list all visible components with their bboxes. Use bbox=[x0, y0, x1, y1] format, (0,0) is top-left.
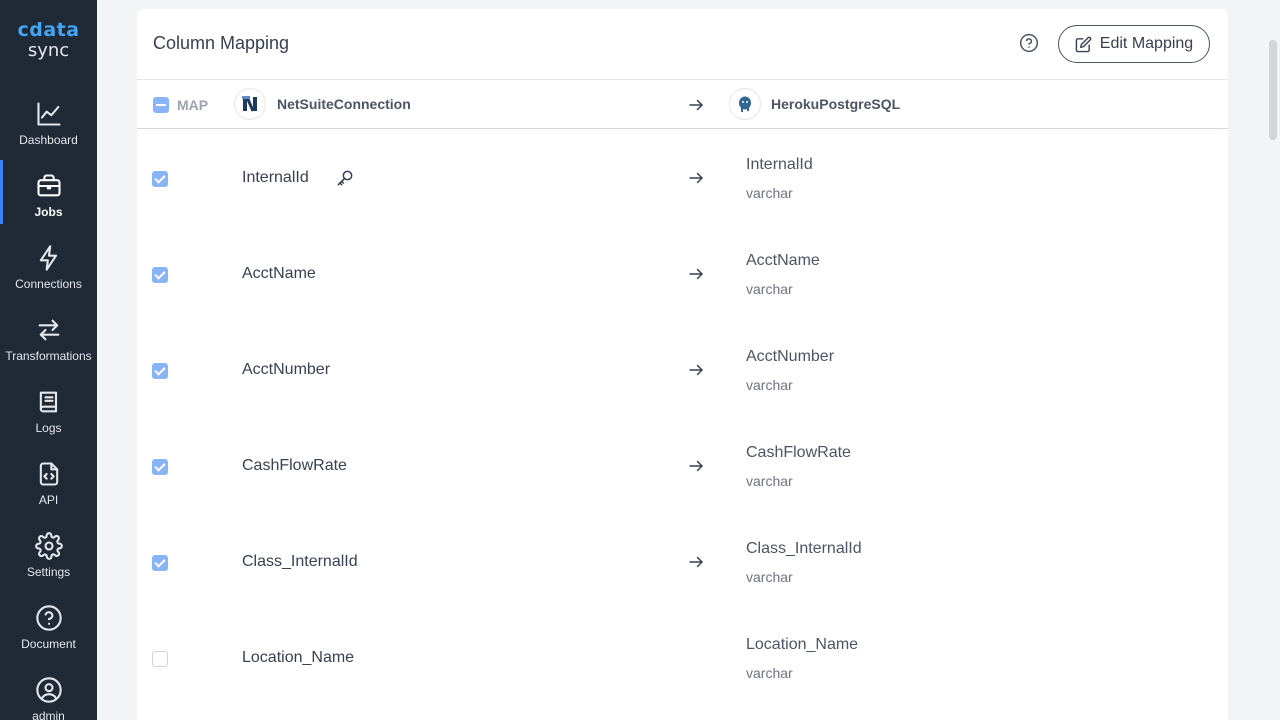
row-checkbox[interactable] bbox=[152, 363, 168, 379]
destination-connection-name: HerokuPostgreSQL bbox=[771, 96, 901, 112]
source-column-name: AcctName bbox=[242, 265, 316, 282]
sidebar-item-connections[interactable]: Connections bbox=[0, 238, 97, 302]
sidebar-item-logs[interactable]: Logs bbox=[0, 382, 97, 446]
scrollbar-thumb[interactable] bbox=[1269, 40, 1277, 140]
map-column-label: MAP bbox=[177, 97, 209, 113]
code-file-icon bbox=[39, 462, 59, 486]
arrow-right-icon bbox=[689, 99, 703, 111]
chart-line-icon bbox=[37, 102, 61, 126]
sidebar-item-label: admin bbox=[32, 709, 65, 720]
source-column-name: CashFlowRate bbox=[242, 457, 347, 474]
mapping-row-class-internalid: Class_InternalId Class_InternalId varcha… bbox=[137, 514, 1228, 610]
sidebar-item-label: Connections bbox=[15, 277, 82, 291]
source-column-name: AcctNumber bbox=[242, 361, 331, 378]
row-checkbox[interactable] bbox=[152, 267, 168, 283]
briefcase-icon bbox=[37, 174, 61, 197]
arrow-right-icon bbox=[689, 460, 703, 472]
question-circle-icon bbox=[36, 605, 62, 631]
row-checkbox[interactable] bbox=[152, 459, 168, 475]
mapping-row-location-name: Location_Name Location_Name varchar bbox=[137, 610, 1228, 706]
row-checkbox[interactable] bbox=[152, 171, 168, 187]
gear-icon bbox=[35, 532, 63, 560]
page-title: Column Mapping bbox=[153, 33, 290, 53]
source-column-name: Location_Name bbox=[242, 649, 355, 666]
destination-column-name: AcctNumber bbox=[746, 348, 835, 365]
sidebar-item-transformations[interactable]: Transformations bbox=[0, 310, 97, 374]
netsuite-logo-icon bbox=[234, 88, 266, 120]
select-all-checkbox[interactable] bbox=[153, 97, 169, 113]
sidebar-item-settings[interactable]: Settings bbox=[0, 526, 97, 590]
sidebar: cdata sync Dashboard Jobs Connections Tr… bbox=[0, 0, 97, 720]
destination-column-type: varchar bbox=[746, 665, 793, 681]
arrow-right-icon bbox=[689, 268, 703, 280]
source-connection-name: NetSuiteConnection bbox=[277, 96, 411, 112]
sidebar-item-label: Transformations bbox=[5, 349, 92, 363]
mapping-row-acctnumber: AcctNumber AcctNumber varchar bbox=[137, 322, 1228, 418]
arrows-swap-icon bbox=[38, 319, 60, 341]
destination-column-name: AcctName bbox=[746, 252, 820, 269]
sidebar-item-label: Logs bbox=[35, 421, 62, 435]
mapping-row-cashflowrate: CashFlowRate CashFlowRate varchar bbox=[137, 418, 1228, 514]
destination-column-type: varchar bbox=[746, 569, 793, 585]
sidebar-item-dashboard[interactable]: Dashboard bbox=[0, 94, 97, 158]
sidebar-item-label: Document bbox=[21, 637, 76, 651]
arrow-right-icon bbox=[689, 364, 703, 376]
source-column-name: Class_InternalId bbox=[242, 553, 358, 570]
edit-mapping-button[interactable]: Edit Mapping bbox=[1058, 25, 1210, 63]
key-icon bbox=[337, 170, 353, 186]
product-name: sync bbox=[27, 40, 70, 61]
page-scrollbar[interactable] bbox=[1266, 0, 1280, 720]
app-logo[interactable]: cdata sync bbox=[0, 20, 97, 62]
book-icon bbox=[39, 391, 58, 413]
destination-column-type: varchar bbox=[746, 377, 793, 393]
arrow-right-icon bbox=[689, 172, 703, 184]
destination-column-type: varchar bbox=[746, 185, 793, 201]
column-mapping-card: Column Mapping Edit Mapping MAP NetSuite… bbox=[137, 9, 1228, 720]
sidebar-item-label: Jobs bbox=[34, 205, 63, 219]
sidebar-item-admin[interactable]: admin bbox=[0, 670, 97, 720]
mapping-row-acctname: AcctName AcctName varchar bbox=[137, 226, 1228, 322]
lightning-icon bbox=[39, 245, 58, 271]
help-icon[interactable] bbox=[1019, 33, 1039, 53]
destination-column-name: Class_InternalId bbox=[746, 540, 862, 557]
brand-name: cdata bbox=[17, 19, 80, 41]
user-circle-icon bbox=[36, 677, 62, 703]
sidebar-item-document[interactable]: Document bbox=[0, 598, 97, 662]
destination-column-name: InternalId bbox=[746, 156, 813, 173]
row-checkbox[interactable] bbox=[152, 651, 168, 667]
sidebar-item-label: Dashboard bbox=[19, 133, 78, 147]
destination-column-type: varchar bbox=[746, 281, 793, 297]
postgresql-logo-icon bbox=[729, 88, 761, 120]
row-checkbox[interactable] bbox=[152, 555, 168, 571]
destination-column-name: Location_Name bbox=[746, 636, 859, 653]
destination-column-type: varchar bbox=[746, 473, 793, 489]
sidebar-item-label: Settings bbox=[26, 565, 71, 579]
edit-mapping-label: Edit Mapping bbox=[1099, 35, 1194, 52]
sidebar-item-jobs[interactable]: Jobs bbox=[0, 160, 97, 230]
sidebar-item-api[interactable]: API bbox=[0, 454, 97, 518]
mapping-header-row: MAP NetSuiteConnection HerokuPostgreSQL bbox=[137, 79, 1228, 129]
arrow-right-icon bbox=[689, 556, 703, 568]
destination-column-name: CashFlowRate bbox=[746, 444, 851, 461]
edit-icon bbox=[1075, 36, 1092, 52]
source-column-name: InternalId bbox=[242, 169, 309, 186]
sidebar-item-label: API bbox=[38, 493, 59, 507]
mapping-row-internalid: InternalId InternalId varchar bbox=[137, 130, 1228, 226]
